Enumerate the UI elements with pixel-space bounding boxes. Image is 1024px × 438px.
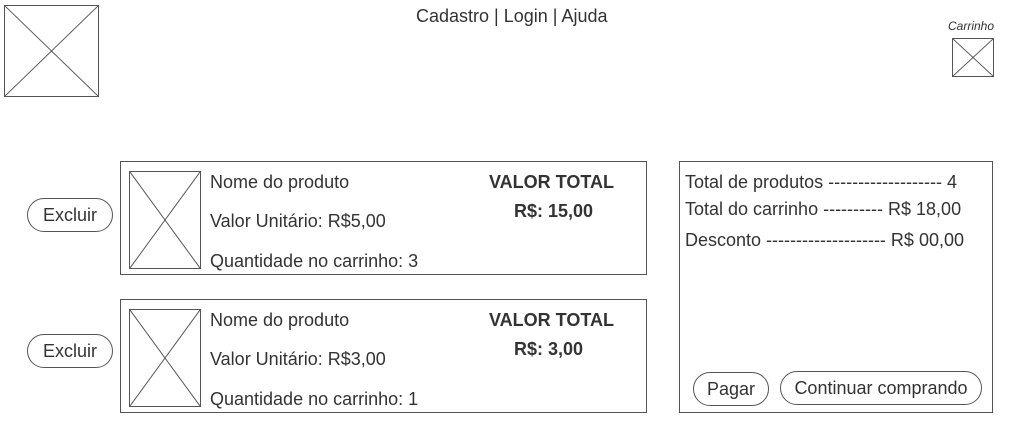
cart-total: Total do carrinho ---------- R$ 18,00 <box>685 199 962 219</box>
order-summary-panel: Total de produtos ------------------- 4 … <box>679 161 993 413</box>
remove-item-button[interactable]: Excluir <box>27 334 113 368</box>
image-placeholder-icon <box>130 172 200 268</box>
remove-item-label: Excluir <box>42 340 97 361</box>
nav-separator: | <box>489 6 504 26</box>
cart-item: Nome do produto Valor Unitário: R$3,00 Q… <box>120 299 647 413</box>
logo-image <box>4 5 99 97</box>
signup-link[interactable]: Cadastro <box>416 6 489 26</box>
total-label: VALOR TOTAL <box>489 172 614 192</box>
unit-price: Valor Unitário: R$5,00 <box>210 211 386 231</box>
login-link[interactable]: Login <box>504 6 548 26</box>
product-image <box>129 309 201 407</box>
remove-item-label: Excluir <box>42 204 97 225</box>
image-placeholder-icon <box>5 6 98 96</box>
top-nav: Cadastro | Login | Ajuda <box>416 6 608 27</box>
total-value: R$: 15,00 <box>514 201 594 221</box>
product-name: Nome do produto <box>210 310 350 330</box>
total-label: VALOR TOTAL <box>489 310 614 330</box>
cart-quantity: Quantidade no carrinho: 1 <box>210 389 419 409</box>
discount: Desconto -------------------- R$ 00,00 <box>685 230 964 250</box>
help-link[interactable]: Ajuda <box>561 6 607 26</box>
cart-icon <box>953 39 993 76</box>
product-name: Nome do produto <box>210 172 350 192</box>
product-image <box>129 171 201 269</box>
remove-item-button[interactable]: Excluir <box>27 198 113 232</box>
pay-button[interactable]: Pagar <box>693 372 769 406</box>
cart-item: Nome do produto Valor Unitário: R$5,00 Q… <box>120 161 647 275</box>
total-value: R$: 3,00 <box>514 339 584 359</box>
total-products: Total de produtos ------------------- 4 <box>685 172 957 192</box>
continue-shopping-label: Continuar comprando <box>794 377 968 398</box>
nav-separator: | <box>547 6 562 26</box>
cart-quantity: Quantidade no carrinho: 3 <box>210 251 419 271</box>
cart-label: Carrinho <box>948 19 995 33</box>
cart-button[interactable] <box>952 38 994 77</box>
unit-price: Valor Unitário: R$3,00 <box>210 349 386 369</box>
pay-button-label: Pagar <box>706 378 756 399</box>
continue-shopping-button[interactable]: Continuar comprando <box>780 371 982 405</box>
image-placeholder-icon <box>130 310 200 406</box>
